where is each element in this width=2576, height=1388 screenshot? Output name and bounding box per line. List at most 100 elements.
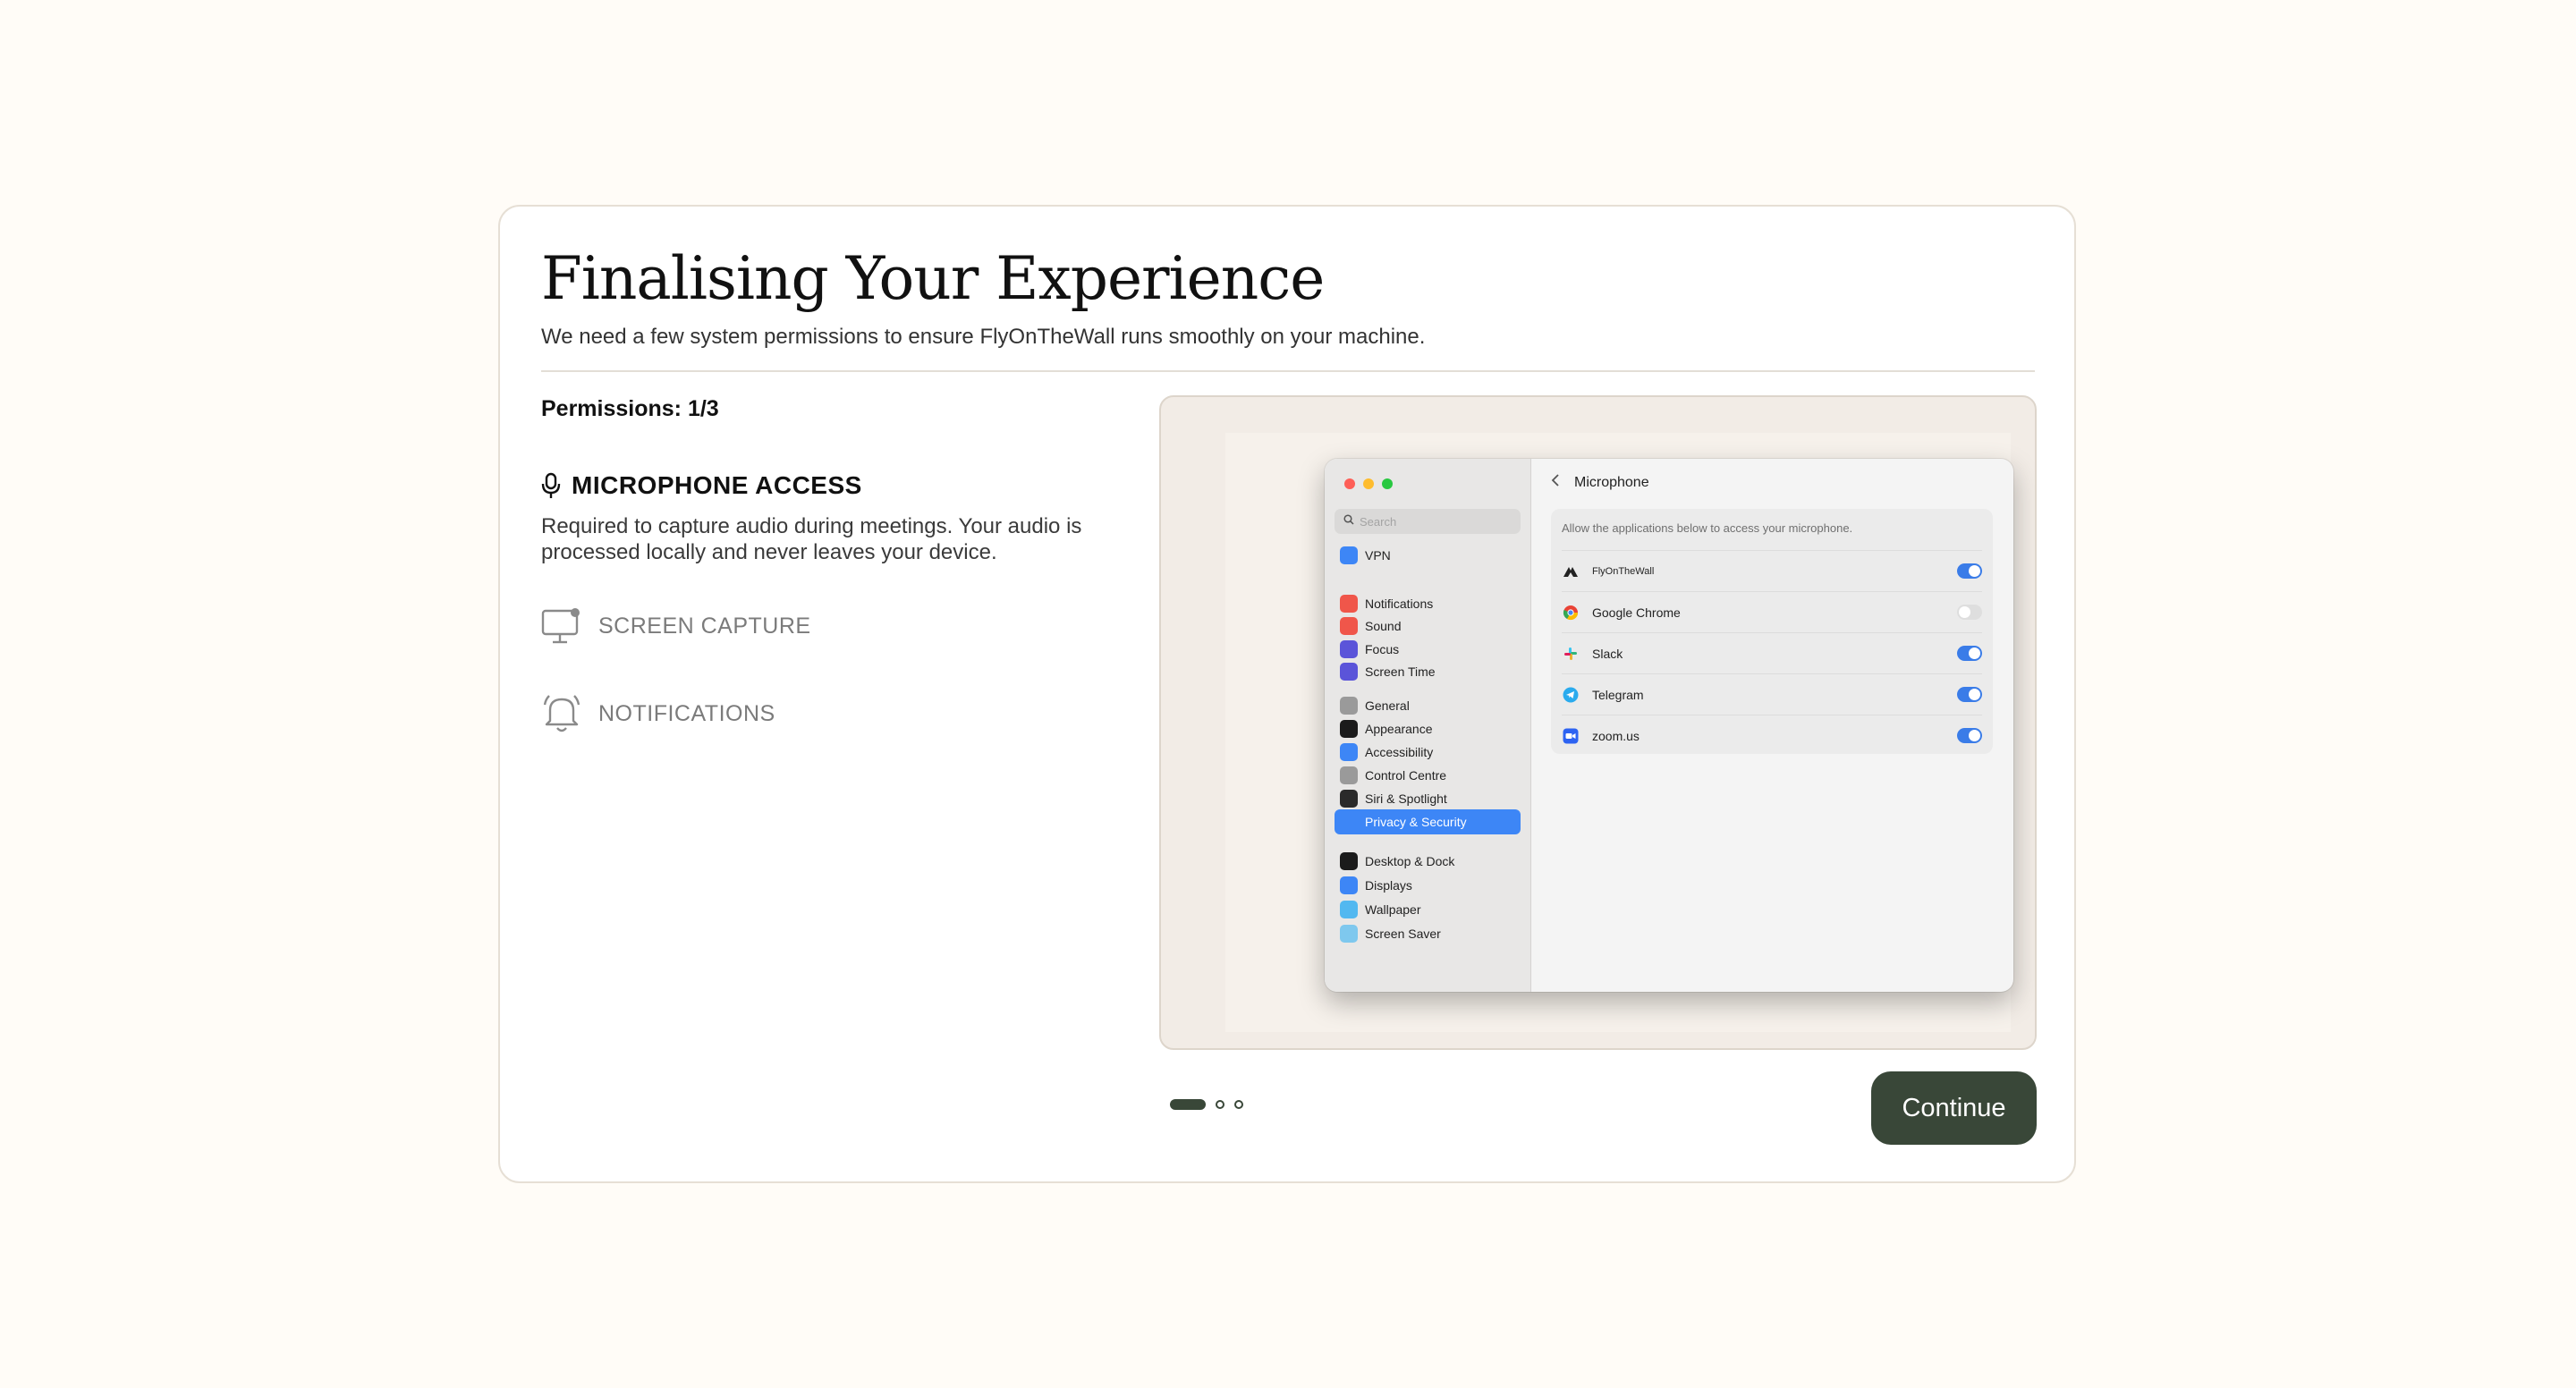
sidebar-item-label: Screen Saver: [1365, 926, 1441, 941]
sidebar-item-label: Appearance: [1365, 722, 1433, 736]
pane-title: Microphone: [1574, 474, 1649, 490]
window-controls: [1344, 478, 1393, 489]
sidebar-item: Accessibility: [1335, 740, 1521, 765]
permission-label: SCREEN CAPTURE: [598, 613, 811, 639]
sidebar-item: Appearance: [1335, 716, 1521, 741]
close-dot-icon: [1344, 478, 1355, 489]
chrome-icon: [1562, 604, 1580, 622]
pane-description: Allow the applications below to access y…: [1562, 521, 1853, 535]
pane-header: Microphone: [1551, 473, 1649, 492]
app-toggle: [1957, 605, 1982, 620]
slack-icon: [1562, 645, 1580, 663]
telegram-icon: [1562, 686, 1580, 704]
app-name: FlyOnTheWall: [1592, 566, 1655, 577]
zoom-dot-icon: [1382, 478, 1393, 489]
flyonthewall-logo-icon: [1562, 563, 1580, 580]
step-indicator: [1234, 1100, 1243, 1109]
app-row-telegram: Telegram: [1562, 673, 1982, 715]
app-row-flyonthewall: FlyOnTheWall: [1562, 550, 1982, 592]
permission-label: NOTIFICATIONS: [598, 700, 775, 726]
bell-icon: [541, 692, 582, 735]
search-icon: [1343, 513, 1354, 529]
sidebar-item: Control Centre: [1335, 763, 1521, 788]
app-row-slack: Slack: [1562, 632, 1982, 674]
sidebar-item: Displays: [1335, 873, 1521, 898]
search-placeholder: Search: [1360, 514, 1397, 529]
divider: [541, 370, 2035, 372]
sidebar-item-icon: [1340, 546, 1358, 564]
sidebar-item-icon: [1340, 852, 1358, 871]
sidebar-item-label: Notifications: [1365, 596, 1434, 611]
permissions-counter: Permissions: 1/3: [541, 396, 719, 421]
app-name: Google Chrome: [1592, 605, 1681, 620]
sidebar-item: Desktop & Dock: [1335, 849, 1521, 874]
sidebar-item-label: Siri & Spotlight: [1365, 791, 1447, 806]
sidebar-item-label: Accessibility: [1365, 745, 1434, 759]
sidebar-item-icon: [1340, 743, 1358, 761]
sidebar-item-label: Privacy & Security: [1365, 815, 1467, 829]
app-name: Telegram: [1592, 688, 1644, 702]
sidebar-item: Sound: [1335, 614, 1521, 639]
minimize-dot-icon: [1363, 478, 1374, 489]
sidebar-item-label: Wallpaper: [1365, 901, 1421, 917]
sidebar-item-icon: [1340, 790, 1358, 808]
sidebar-item-label: VPN: [1365, 548, 1391, 563]
onboarding-card: Finalising Your Experience We need a few…: [498, 205, 2076, 1183]
permission-notifications: NOTIFICATIONS: [541, 692, 775, 735]
app-toggle: [1957, 563, 1982, 579]
sidebar-item: Wallpaper: [1335, 897, 1521, 922]
zoom-icon: [1562, 727, 1580, 745]
settings-pane: Microphone Allow the applications below …: [1531, 459, 2013, 992]
sidebar-item-label: Screen Time: [1365, 664, 1436, 679]
sidebar-item: General: [1335, 693, 1521, 718]
step-indicator-active: [1170, 1099, 1206, 1110]
sidebar-item-icon: [1340, 617, 1358, 635]
sidebar-item-icon: [1340, 663, 1358, 681]
app-toggle: [1957, 646, 1982, 661]
sidebar-item: VPN: [1335, 543, 1521, 568]
settings-preview: Search VPN Notifications Sound Focus Screen …: [1159, 395, 2037, 1050]
microphone-app-list: Allow the applications below to access y…: [1551, 509, 1993, 754]
sidebar-item-icon: [1340, 766, 1358, 784]
settings-search: Search: [1335, 509, 1521, 534]
app-toggle: [1957, 728, 1982, 743]
sidebar-item-label: Sound: [1365, 619, 1402, 633]
sidebar-item: Notifications: [1335, 591, 1521, 616]
settings-window: Search VPN Notifications Sound Focus Screen …: [1325, 459, 2013, 992]
permission-description: Required to capture audio during meeting…: [541, 514, 1082, 564]
continue-button[interactable]: Continue: [1871, 1071, 2037, 1145]
page-title: Finalising Your Experience: [541, 244, 1325, 313]
monitor-icon: [541, 607, 582, 645]
sidebar-item: Screen Saver: [1335, 921, 1521, 946]
step-indicator: [1216, 1100, 1224, 1109]
sidebar-item-icon: [1340, 594, 1358, 613]
sidebar-item-icon: [1340, 876, 1358, 894]
sidebar-item: Focus: [1335, 637, 1521, 662]
app-row-chrome: Google Chrome: [1562, 591, 1982, 633]
sidebar-item-label: Desktop & Dock: [1365, 854, 1455, 869]
sidebar-item: Screen Time: [1335, 659, 1521, 684]
sidebar-item-icon: [1340, 813, 1358, 831]
settings-sidebar: Search VPN Notifications Sound Focus Screen …: [1325, 459, 1531, 992]
sidebar-item-icon: [1340, 639, 1358, 658]
step-pagination: [1170, 1099, 1243, 1110]
sidebar-item-label: General: [1365, 698, 1410, 713]
sidebar-item-label: Focus: [1365, 641, 1400, 656]
page-subtitle: We need a few system permissions to ensu…: [541, 325, 1426, 349]
app-name: zoom.us: [1592, 729, 1640, 743]
sidebar-item-label: Displays: [1365, 878, 1412, 893]
sidebar-item-label: Control Centre: [1365, 768, 1447, 783]
app-toggle: [1957, 687, 1982, 702]
sidebar-item-icon: [1340, 924, 1358, 943]
sidebar-item: Siri & Spotlight: [1335, 786, 1521, 811]
sidebar-item-icon: [1340, 900, 1358, 918]
app-row-zoom: zoom.us: [1562, 715, 1982, 757]
permission-microphone: MICROPHONE ACCESS: [541, 471, 862, 500]
permission-screen-capture: SCREEN CAPTURE: [541, 607, 811, 645]
preview-canvas: Search VPN Notifications Sound Focus Screen …: [1225, 433, 2013, 1032]
sidebar-item: Privacy & Security: [1335, 809, 1521, 834]
permission-label: MICROPHONE ACCESS: [572, 471, 862, 499]
microphone-icon: [541, 472, 561, 499]
sidebar-item-icon: [1340, 720, 1358, 738]
chevron-left-icon: [1551, 473, 1560, 492]
